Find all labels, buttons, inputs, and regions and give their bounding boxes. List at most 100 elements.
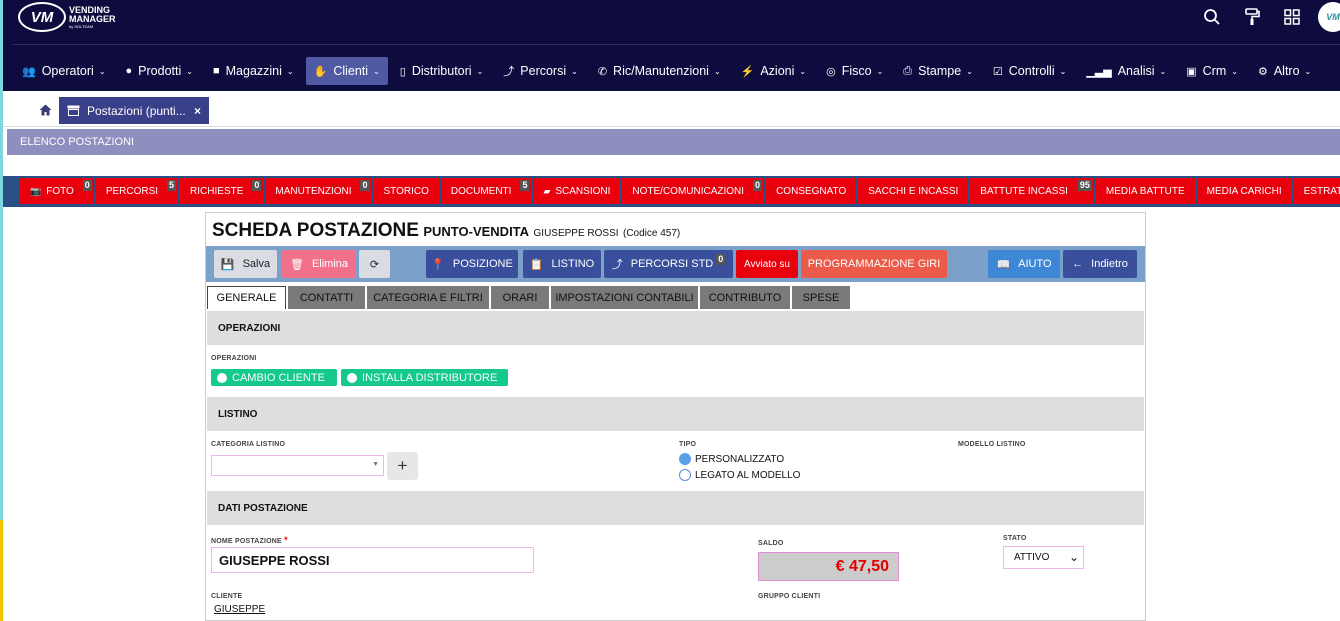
tab-contributo[interactable]: CONTRIBUTO <box>700 286 790 309</box>
scheda-title: SCHEDA POSTAZIONE <box>212 220 419 241</box>
section-dati-postazione: DATI POSTAZIONE <box>207 491 1144 525</box>
search-icon[interactable] <box>1192 4 1232 30</box>
tab-contatti[interactable]: CONTATTI <box>288 286 365 309</box>
required-mark: * <box>284 535 288 545</box>
nav-distributori[interactable]: ▯ Distributori ⌄ <box>392 57 492 85</box>
storico-button[interactable]: STORICO <box>373 178 439 204</box>
save-icon: 💾 <box>220 258 235 271</box>
nav-fisco[interactable]: ◎ Fisco ⌄ <box>818 57 891 85</box>
stato-select[interactable]: ATTIVO ⌄ <box>1003 546 1084 569</box>
handshake-icon: ✋ <box>313 65 328 78</box>
richieste-count-badge: 0 <box>252 180 262 191</box>
nav-controlli[interactable]: ☑ Controlli ⌄ <box>985 57 1074 85</box>
tab-generale[interactable]: GENERALE <box>207 286 286 309</box>
nome-postazione-label: NOME POSTAZIONE * <box>211 535 288 545</box>
arrow-left-icon: ← <box>1072 258 1084 270</box>
save-button[interactable]: 💾 Salva <box>214 250 277 278</box>
chevron-down-icon: ⌄ <box>1304 66 1312 76</box>
note-comunicazioni-button[interactable]: NOTE/COMUNICAZIONI 0 <box>622 178 765 204</box>
nav-analisi[interactable]: ▁▃▅ Analisi ⌄ <box>1078 57 1174 85</box>
nav-clienti[interactable]: ✋ Clienti ⌄ <box>305 57 388 85</box>
print-icon: ⎙ <box>903 64 913 77</box>
percorsi-button[interactable]: PERCORSI 5 <box>95 178 179 204</box>
cliente-label: CLIENTE <box>211 593 243 600</box>
chevron-down-icon: ⌄ <box>286 66 294 76</box>
cambio-cliente-toggle[interactable]: CAMBIO CLIENTE <box>211 369 337 386</box>
estratto-conto-button[interactable]: ESTRATTO CONTO <box>1293 178 1340 204</box>
media-battute-button[interactable]: MEDIA BATTUTE <box>1095 178 1195 204</box>
nome-postazione-input[interactable]: GIUSEPPE ROSSI <box>211 547 534 573</box>
clipboard-icon: 📋 <box>529 258 544 271</box>
tab-categoria-filtri[interactable]: CATEGORIA E FILTRI <box>367 286 489 309</box>
chevron-down-icon: ⌄ <box>713 66 721 76</box>
foto-button[interactable]: 📷 FOTO 0 <box>20 178 94 204</box>
avatar[interactable]: VM <box>1318 2 1340 32</box>
richieste-button[interactable]: RICHIESTE 0 <box>180 178 264 204</box>
cliente-link[interactable]: GIUSEPPE <box>214 604 265 615</box>
nav-magazzini[interactable]: ■ Magazzini ⌄ <box>205 57 302 85</box>
manutenzioni-button[interactable]: MANUTENZIONI 0 <box>265 178 372 204</box>
route-icon: ⤴ <box>503 66 515 78</box>
categoria-listino-select[interactable]: ▼ <box>211 455 384 476</box>
check-square-icon: ☑ <box>992 65 1003 78</box>
percorsi-std-badge: 0 <box>716 253 726 265</box>
add-categoria-button[interactable]: + <box>387 452 418 480</box>
nav-ric-manutenzioni[interactable]: ✆ Ric/Manutenzioni ⌄ <box>590 57 729 85</box>
nav-stampe[interactable]: ⎙ Stampe ⌄ <box>895 57 981 85</box>
tipo-legato-modello-radio[interactable]: LEGATO AL MODELLO <box>679 469 800 481</box>
logo[interactable]: VM VENDING MANAGER by SOLTEAM <box>18 2 116 32</box>
tab-orari[interactable]: ORARI <box>491 286 549 309</box>
tab-impostazioni-contabili[interactable]: IMPOSTAZIONI CONTABILI <box>551 286 698 309</box>
action-bar: 💾 Salva 🗑 Elimina ⟳ 📍 POSIZIONE 📋 LISTINO ⤴ P… <box>206 246 1145 282</box>
chevron-down-icon: ⌄ <box>476 66 484 76</box>
users-icon: 👥 <box>22 65 36 78</box>
home-icon[interactable] <box>39 103 52 119</box>
page-title: ELENCO POSTAZIONI <box>7 129 1340 155</box>
trash-icon: 🗑 <box>289 258 304 271</box>
avviato-su-button[interactable]: Avviato su <box>736 250 798 278</box>
refresh-button[interactable]: ⟳ <box>359 250 390 278</box>
main-nav: 👥 Operatori ⌄ ● Prodotti ⌄ ■ Magazzini ⌄ ✋ Clie… <box>14 57 1323 85</box>
chevron-down-icon: ⌄ <box>186 66 193 76</box>
refresh-icon: ⟳ <box>369 258 380 271</box>
listino-button[interactable]: 📋 LISTINO <box>523 250 601 278</box>
media-carichi-button[interactable]: MEDIA CARICHI <box>1196 178 1292 204</box>
nav-azioni[interactable]: ⚡ Azioni ⌄ <box>733 57 814 85</box>
tab-bar: Postazioni (punti... × <box>3 93 1340 127</box>
store-icon <box>67 105 80 116</box>
posizione-button[interactable]: 📍 POSIZIONE <box>426 250 518 278</box>
route-icon: ⤴ <box>611 259 623 271</box>
camera-icon: 📷 <box>30 185 42 196</box>
back-button[interactable]: ← Indietro <box>1063 250 1137 278</box>
programmazione-giri-button[interactable]: PROGRAMMAZIONE GIRI <box>801 250 947 278</box>
header-divider <box>12 44 1340 45</box>
documenti-button[interactable]: DOCUMENTI 5 <box>440 178 532 204</box>
installa-distributore-toggle[interactable]: INSTALLA DISTRIBUTORE <box>341 369 508 386</box>
map-marker-icon: 📍 <box>431 258 445 271</box>
apps-grid-icon[interactable] <box>1272 4 1312 30</box>
consegnato-button[interactable]: CONSEGNATO <box>766 178 857 204</box>
battute-count-badge: 95 <box>1077 180 1092 191</box>
chart-icon: ▁▃▅ <box>1086 65 1112 78</box>
chevron-down-icon: ⌄ <box>98 66 106 76</box>
quick-actions-bar: 📷 FOTO 0 PERCORSI 5 RICHIESTE 0 MANUTENZIONI… <box>3 176 1340 207</box>
delete-button[interactable]: 🗑 Elimina <box>282 250 356 278</box>
tipo-personalizzato-radio[interactable]: PERSONALIZZATO <box>679 453 784 465</box>
paint-roller-icon[interactable] <box>1232 4 1272 30</box>
percorsi-std-button[interactable]: ⤴ PERCORSI STD 0 <box>604 250 733 278</box>
card-title: SCHEDA POSTAZIONE PUNTO-VENDITA GIUSEPPE… <box>212 220 680 242</box>
tab-postazioni[interactable]: Postazioni (punti... × <box>59 97 209 124</box>
scheda-postazione-card: SCHEDA POSTAZIONE PUNTO-VENDITA GIUSEPPE… <box>205 212 1146 621</box>
help-button[interactable]: 📖 AIUTO <box>988 250 1060 278</box>
radio-unchecked <box>679 469 691 481</box>
close-icon[interactable]: × <box>194 104 201 118</box>
battute-incassi-button[interactable]: BATTUTE INCASSI 95 <box>970 178 1094 204</box>
nav-altro[interactable]: ⚙ Altro ⌄ <box>1250 57 1319 85</box>
sacchi-incassi-button[interactable]: SACCHI E INCASSI <box>858 178 969 204</box>
nav-prodotti[interactable]: ● Prodotti ⌄ <box>118 57 201 85</box>
nav-operatori[interactable]: 👥 Operatori ⌄ <box>14 57 114 85</box>
nav-percorsi[interactable]: ⤴ Percorsi ⌄ <box>495 57 586 85</box>
tab-spese[interactable]: SPESE <box>792 286 850 309</box>
nav-crm[interactable]: ▣ Crm ⌄ <box>1178 57 1246 85</box>
scansioni-button[interactable]: ▰ SCANSIONI <box>533 178 621 204</box>
